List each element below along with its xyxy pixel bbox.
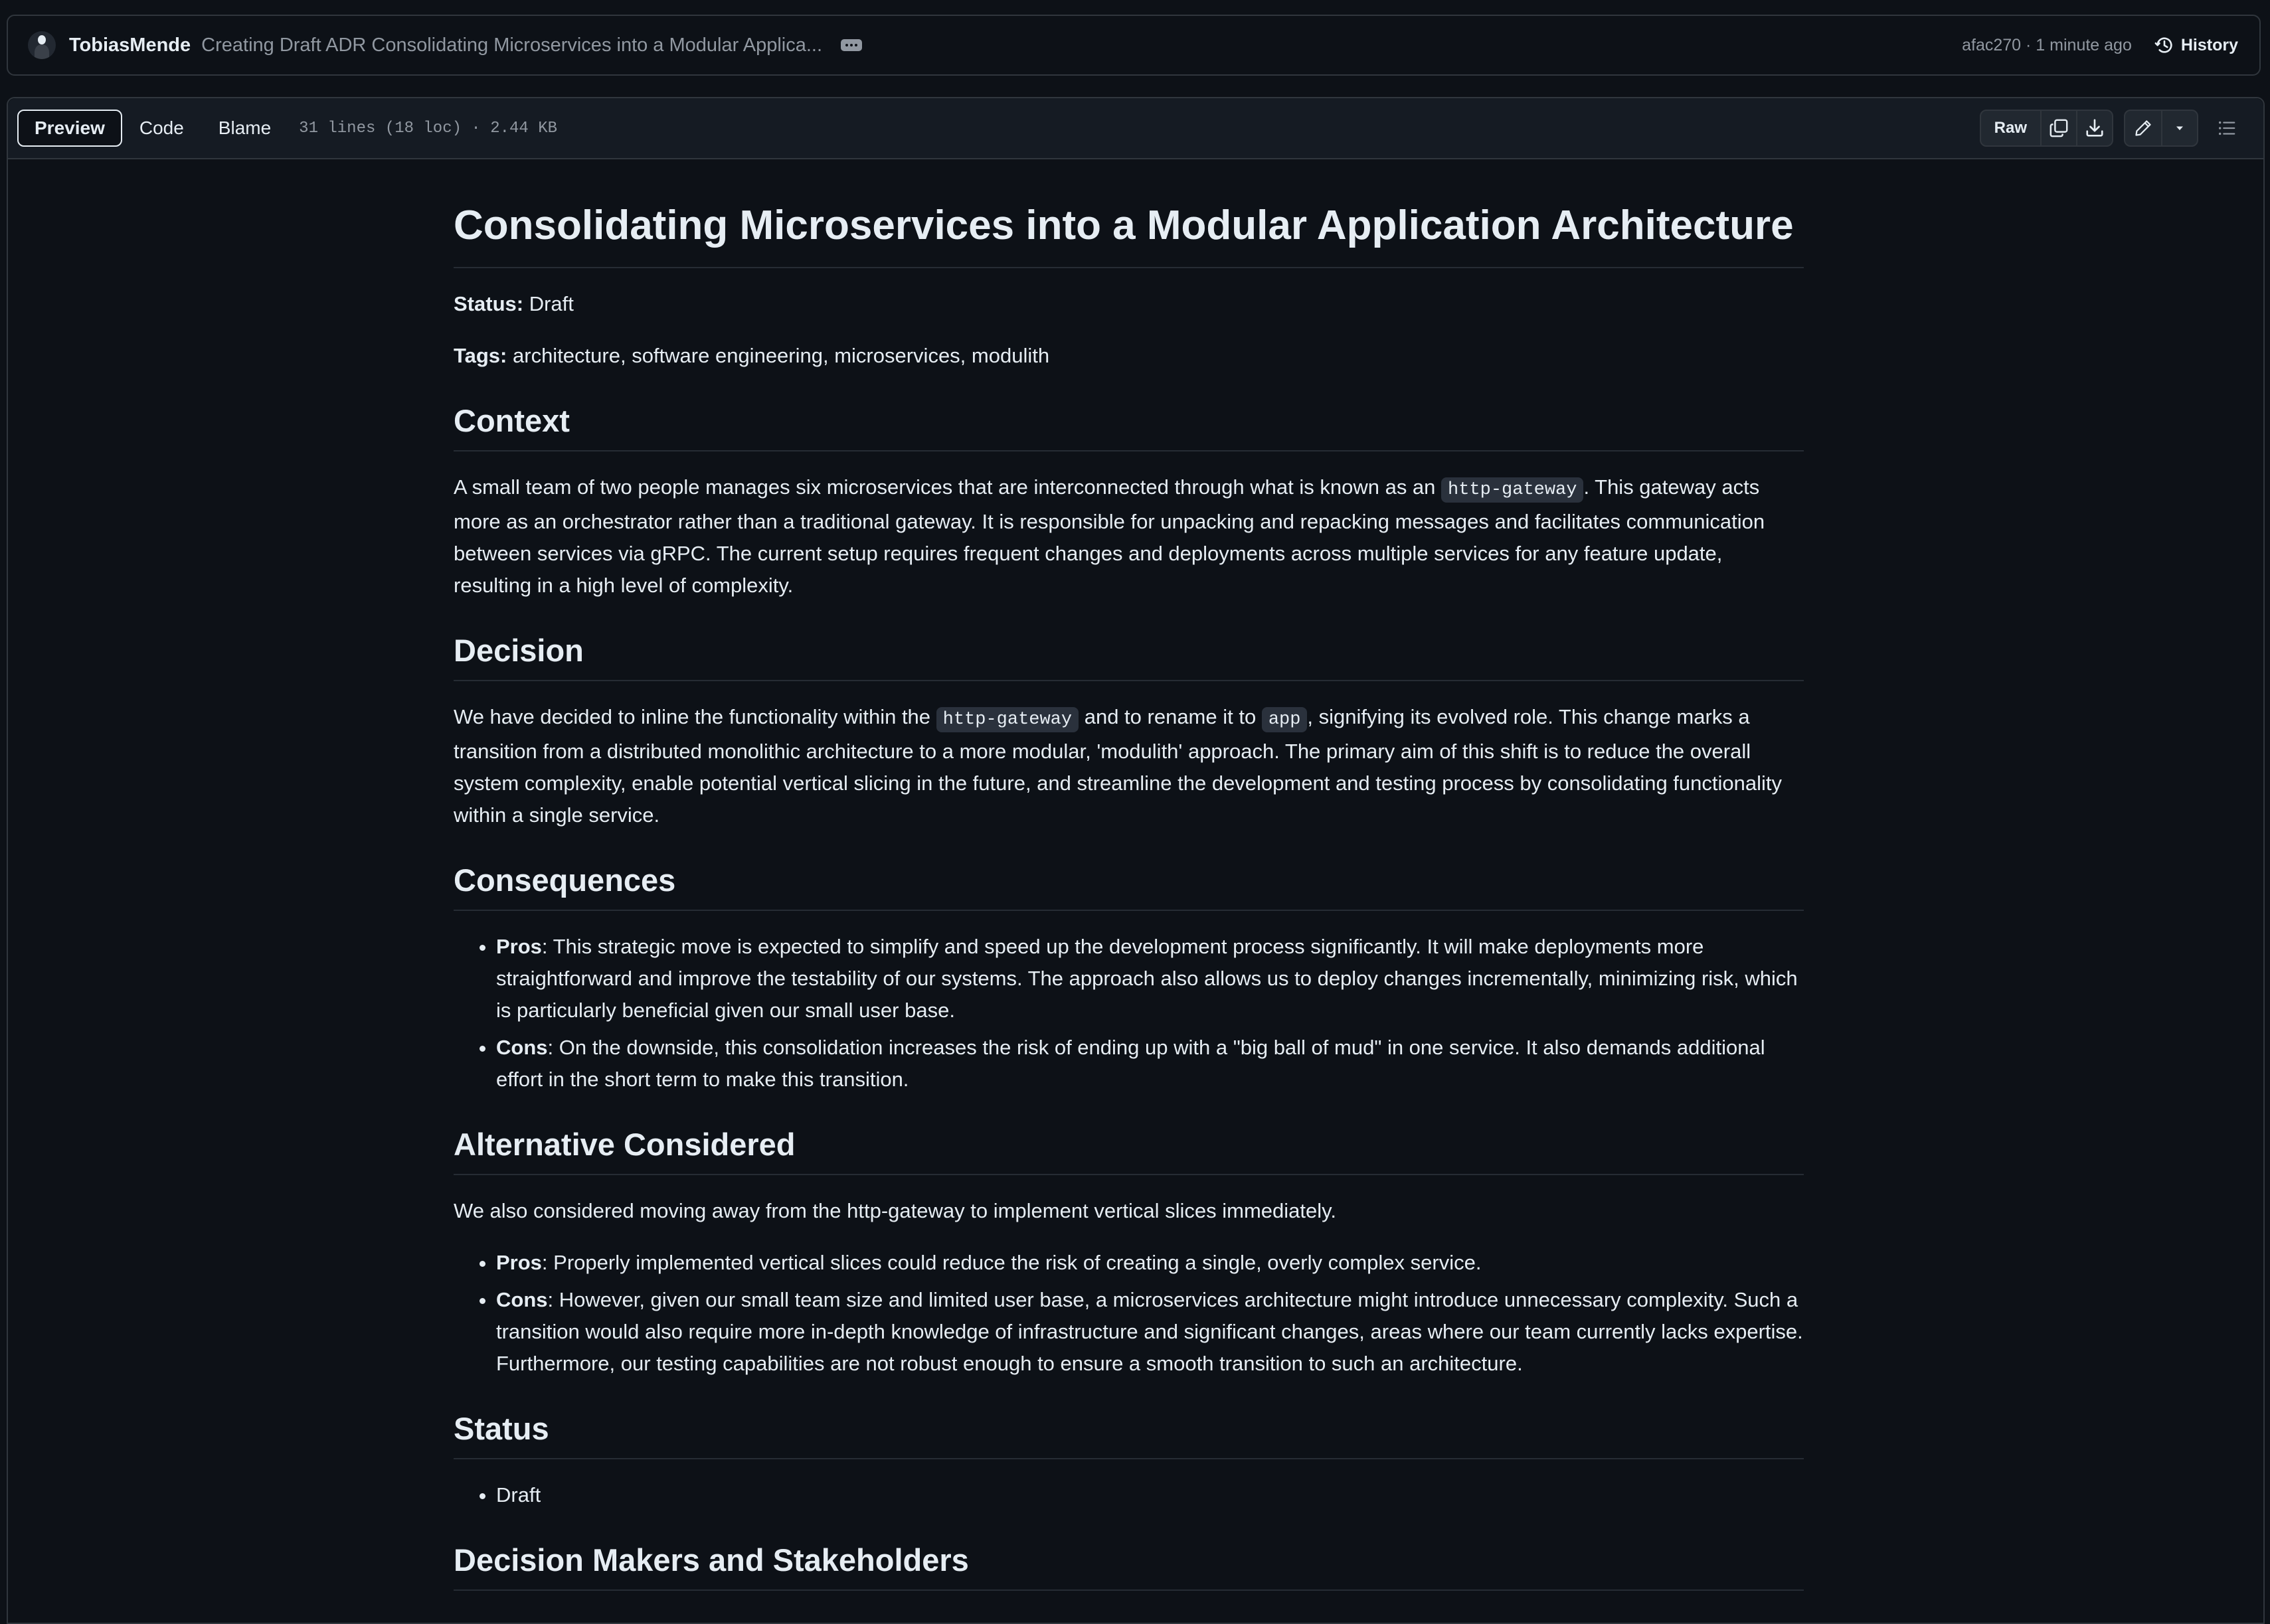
latest-commit-bar: TobiasMende Creating Draft ADR Consolida… — [7, 15, 2261, 76]
avatar[interactable] — [28, 31, 56, 59]
list-item-label: Cons — [496, 1036, 548, 1059]
tab-preview[interactable]: Preview — [17, 110, 122, 147]
list-item: Pros: This strategic move is expected to… — [496, 931, 1804, 1026]
alternative-intro: We also considered moving away from the … — [454, 1199, 1336, 1222]
list-item: Draft — [496, 1479, 1804, 1511]
edit-dropdown-button[interactable] — [2161, 111, 2197, 145]
inline-code-http-gateway: http-gateway — [936, 707, 1079, 732]
status-value: Draft — [523, 292, 574, 315]
pencil-icon — [2135, 120, 2151, 136]
list-icon — [2219, 121, 2235, 135]
list-item: Cons: However, given our small team size… — [496, 1284, 1804, 1380]
alternative-list: Pros: Properly implemented vertical slic… — [454, 1247, 1804, 1380]
list-item-label: Pros — [496, 935, 542, 958]
tags-label: Tags: — [454, 344, 507, 367]
heading-context: Context — [454, 401, 1804, 451]
tab-blame[interactable]: Blame — [201, 110, 288, 147]
ellipsis-icon[interactable] — [841, 39, 863, 51]
consequences-list: Pros: This strategic move is expected to… — [454, 931, 1804, 1096]
inline-code-http-gateway: http-gateway — [1441, 477, 1584, 503]
history-icon — [2154, 37, 2172, 53]
status-line: Status: Draft — [454, 288, 1804, 320]
heading-decision-makers: Decision Makers and Stakeholders — [454, 1540, 1804, 1591]
context-paragraph: A small team of two people manages six m… — [454, 471, 1804, 602]
status-label: Status: — [454, 292, 524, 315]
list-item-label: Cons — [496, 1288, 548, 1311]
raw-button[interactable]: Raw — [1981, 111, 2040, 145]
list-item-text: : On the downside, this consolidation in… — [496, 1036, 1765, 1091]
markdown-body: Consolidating Microservices into a Modul… — [454, 186, 1804, 1591]
document-title: Consolidating Microservices into a Modul… — [454, 201, 1804, 268]
copy-icon — [2050, 119, 2068, 137]
download-icon — [2086, 119, 2103, 137]
decision-paragraph: We have decided to inline the functional… — [454, 701, 1804, 831]
list-item-label: Pros — [496, 1251, 542, 1274]
file-header: Preview Code Blame 31 lines (18 loc) · 2… — [8, 98, 2263, 159]
copy-button[interactable] — [2040, 111, 2076, 145]
inline-code-app: app — [1261, 707, 1308, 732]
tags-value: architecture, software engineering, micr… — [507, 344, 1050, 367]
raw-copy-download-group: Raw — [1979, 110, 2113, 147]
context-text-1: A small team of two people manages six m… — [454, 475, 1442, 499]
list-item-text: : This strategic move is expected to sim… — [496, 935, 1798, 1022]
file-info: 31 lines (18 loc) · 2.44 KB — [299, 119, 558, 137]
heading-alternative: Alternative Considered — [454, 1125, 1804, 1175]
commit-message-link[interactable]: Creating Draft ADR Consolidating Microse… — [201, 35, 822, 56]
download-button[interactable] — [2076, 111, 2112, 145]
history-button[interactable]: History — [2154, 35, 2238, 55]
list-item-text: : Properly implemented vertical slices c… — [541, 1251, 1482, 1274]
edit-group — [2124, 110, 2198, 147]
file-toolbar: Raw — [1979, 110, 2245, 147]
history-label: History — [2180, 35, 2238, 54]
list-item: Cons: On the downside, this consolidatio… — [496, 1032, 1804, 1096]
outline-button[interactable] — [2209, 110, 2245, 147]
chevron-down-icon — [2176, 126, 2183, 131]
commit-author-link[interactable]: TobiasMende — [69, 35, 191, 56]
status-list: Draft — [454, 1479, 1804, 1511]
heading-consequences: Consequences — [454, 860, 1804, 911]
list-item: Pros: Properly implemented vertical slic… — [496, 1247, 1804, 1279]
decision-text-1: We have decided to inline the functional… — [454, 705, 936, 728]
decision-text-2: and to rename it to — [1079, 705, 1262, 728]
heading-decision: Decision — [454, 631, 1804, 681]
list-item-text: : However, given our small team size and… — [496, 1288, 1803, 1375]
view-mode-tabs: Preview Code Blame — [17, 110, 288, 147]
commit-sha-time[interactable]: afac270 · 1 minute ago — [1962, 36, 2132, 55]
tags-line: Tags: architecture, software engineering… — [454, 340, 1804, 372]
heading-status: Status — [454, 1409, 1804, 1459]
tab-code[interactable]: Code — [122, 110, 201, 147]
edit-button[interactable] — [2125, 111, 2161, 145]
